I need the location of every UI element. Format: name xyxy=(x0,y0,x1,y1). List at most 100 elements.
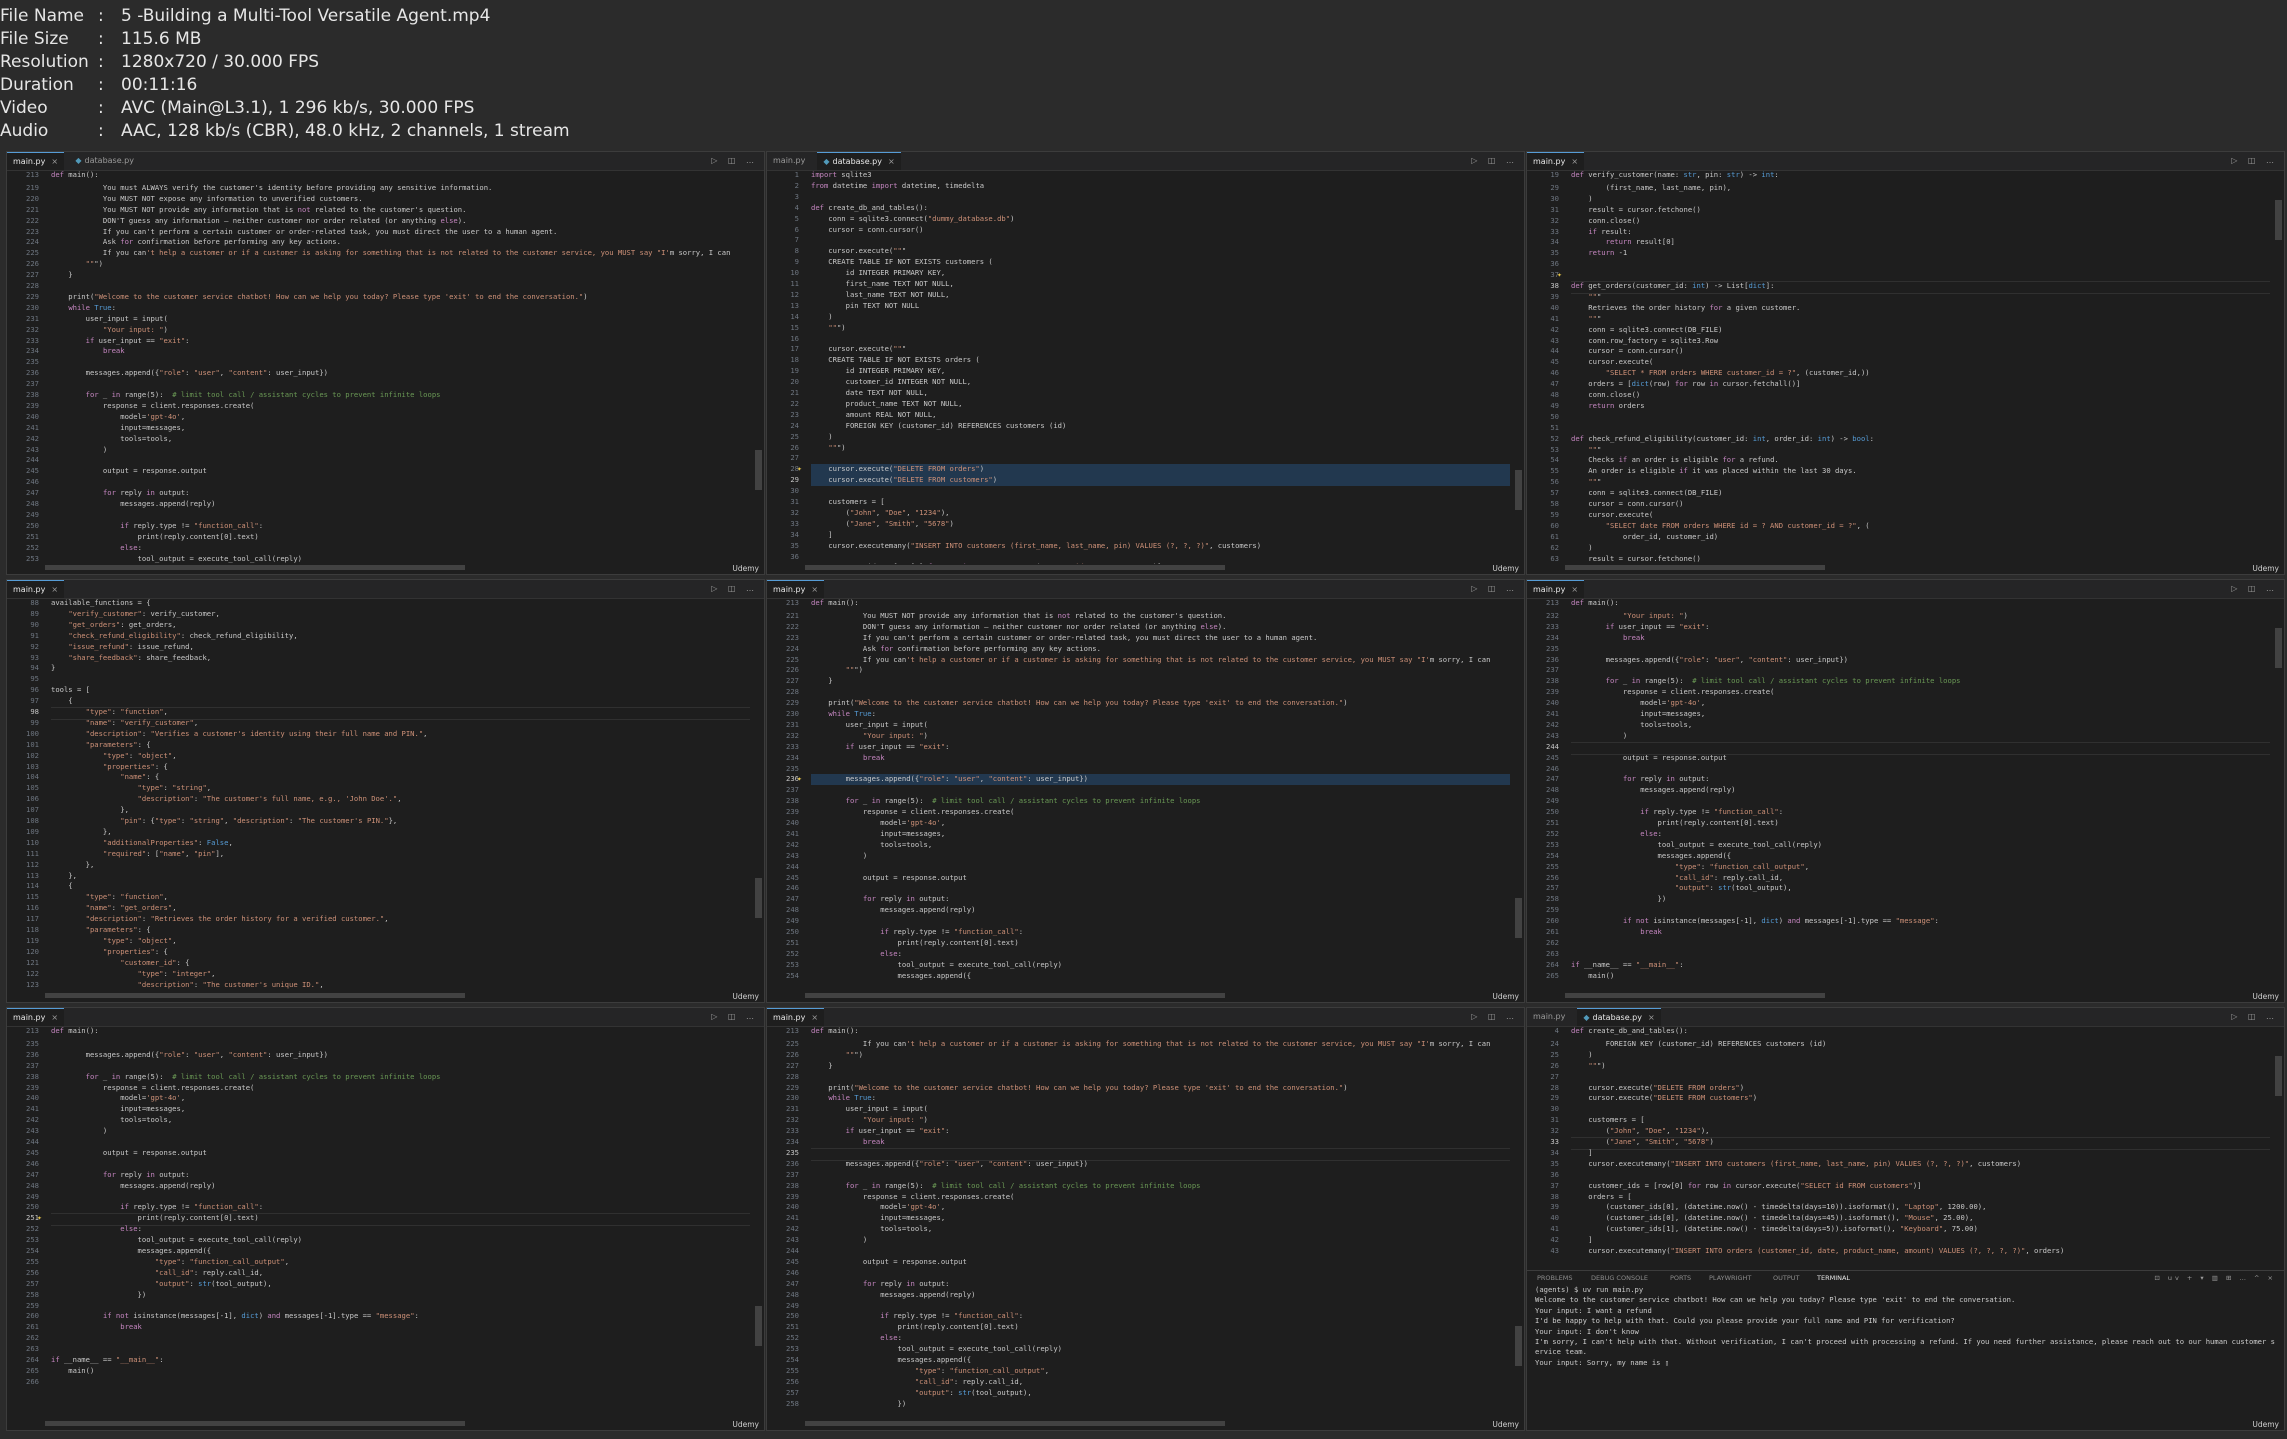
vertical-scrollbar[interactable] xyxy=(1515,170,1522,562)
code-editor[interactable]: 213 221 222 223 224 225 226 227 228 229 230 231 232 2… xyxy=(767,598,1524,992)
code-editor[interactable]: 213 232 233 234 235 236 237 238 239 240 241 242 243 2… xyxy=(1527,598,2284,992)
code-editor[interactable]: 213 225 226 227 228 229 230 231 232 233 234 235 236 2… xyxy=(767,1026,1524,1420)
panel-tab-output[interactable]: OUTPUT xyxy=(1773,1271,1800,1285)
scrollbar-thumb[interactable] xyxy=(2275,1056,2282,1096)
horizontal-scrollbar[interactable] xyxy=(805,1421,1225,1426)
code-area[interactable]: import sqlite3 from datetime import datet… xyxy=(811,170,1510,564)
panel-tab-terminal[interactable]: TERMINAL xyxy=(1817,1271,1851,1286)
terminal-actions-icons[interactable]: ⊡ uv + ▾ ▥ ⊞ … ^ × xyxy=(2154,1271,2276,1285)
horizontal-scrollbar[interactable] xyxy=(805,565,1225,570)
editor-tab-main-py[interactable]: main.py × xyxy=(7,1008,65,1026)
close-tab-icon[interactable]: × xyxy=(51,157,58,166)
code-area[interactable]: available_functions = { "verify_customer… xyxy=(51,598,750,992)
code-area[interactable]: def main(): messages.append({"role": "us… xyxy=(51,1026,750,1420)
code-line: if user_input == "exit": xyxy=(845,1126,950,1136)
scrollbar-thumb[interactable] xyxy=(1515,470,1522,510)
lightbulb-icon[interactable]: ✦ xyxy=(797,464,802,473)
scrollbar-thumb[interactable] xyxy=(755,450,762,490)
scrollbar-thumb[interactable] xyxy=(1515,898,1522,938)
horizontal-scrollbar[interactable] xyxy=(45,993,465,998)
line-number: 47 xyxy=(1550,379,1559,389)
terminal-output[interactable]: (agents) $ uv run main.py Welcome to the … xyxy=(1527,1285,2284,1420)
scrollbar-thumb[interactable] xyxy=(755,878,762,918)
vertical-scrollbar[interactable] xyxy=(755,1026,762,1418)
line-number: 37 xyxy=(1550,270,1559,280)
lightbulb-icon[interactable]: ✦ xyxy=(1557,270,1562,279)
run-split-more-icons[interactable]: ▷ ◫ … xyxy=(711,580,758,598)
editor-tab-main-py[interactable]: main.py xyxy=(1527,1008,1571,1026)
close-tab-icon[interactable]: × xyxy=(51,1013,58,1022)
close-tab-icon[interactable]: × xyxy=(51,585,58,594)
run-split-more-icons[interactable]: ▷ ◫ … xyxy=(711,1008,758,1026)
panel-tab-problems[interactable]: PROBLEMS xyxy=(1537,1271,1572,1285)
vertical-scrollbar[interactable] xyxy=(1515,598,1522,990)
vertical-scrollbar[interactable] xyxy=(2275,1026,2282,1266)
close-tab-icon[interactable]: × xyxy=(1648,1013,1655,1022)
code-editor[interactable]: 88 89 90 91 92 93 94 95 96 97 98 99 100 101 102 103 104 1… xyxy=(7,598,764,992)
editor-tab-main-py[interactable]: main.py xyxy=(767,152,811,170)
horizontal-scrollbar[interactable] xyxy=(1565,565,1825,570)
horizontal-scrollbar[interactable] xyxy=(1565,993,1825,998)
editor-tab-database-py[interactable]: ◆ database.py xyxy=(69,152,140,170)
code-area[interactable]: def main(): You MUST NOT provide any inf… xyxy=(811,598,1510,992)
run-split-more-icons[interactable]: ▷ ◫ … xyxy=(1471,1008,1518,1026)
line-number: 242 xyxy=(26,433,39,443)
run-split-more-icons[interactable]: ▷ ◫ … xyxy=(1471,152,1518,170)
panel-tab-ports[interactable]: PORTS xyxy=(1670,1271,1691,1285)
horizontal-scrollbar[interactable] xyxy=(805,993,1225,998)
vertical-scrollbar[interactable] xyxy=(2275,170,2282,562)
code-area[interactable]: def main(): "Your input: ") if user_inpu… xyxy=(1571,598,2270,992)
scrollbar-thumb[interactable] xyxy=(755,1306,762,1346)
udemy-watermark: Udemy xyxy=(1492,1420,1519,1429)
editor-tab-main-py[interactable]: main.py × xyxy=(1527,580,1585,598)
code-editor[interactable]: 19 29 30 31 32 33 34 35 36 37 ✦ 38 39 40 41 42 43 44 45 46 4… xyxy=(1527,170,2284,564)
scrollbar-thumb[interactable] xyxy=(2275,628,2282,668)
line-number: 249 xyxy=(26,1191,39,1201)
run-split-more-icons[interactable]: ▷ ◫ … xyxy=(2231,1008,2278,1026)
editor-tab-main-py[interactable]: main.py × xyxy=(767,580,825,598)
code-area[interactable]: def main(): You must ALWAYS verify the c… xyxy=(51,170,750,564)
line-number: 235 xyxy=(1546,643,1559,653)
lightbulb-icon[interactable]: ✦ xyxy=(797,774,802,783)
line-number: 252 xyxy=(786,948,799,958)
run-split-more-icons[interactable]: ▷ ◫ … xyxy=(2231,152,2278,170)
code-area[interactable]: def verify_customer(name: str, pin: str)… xyxy=(1571,170,2270,564)
line-number: 223 xyxy=(26,226,39,236)
run-split-more-icons[interactable]: ▷ ◫ … xyxy=(1471,580,1518,598)
media-info-separator: : xyxy=(98,121,104,141)
lightbulb-icon[interactable]: ✦ xyxy=(37,1213,42,1222)
editor-tab-main-py[interactable]: main.py × xyxy=(1527,152,1585,170)
editor-tab-database-py[interactable]: ◆ database.py × xyxy=(1577,1008,1661,1026)
run-split-more-icons[interactable]: ▷ ◫ … xyxy=(711,152,758,170)
scrollbar-thumb[interactable] xyxy=(1515,1326,1522,1366)
panel-tab-debug-console[interactable]: DEBUG CONSOLE xyxy=(1591,1271,1648,1285)
vertical-scrollbar[interactable] xyxy=(755,170,762,562)
vertical-scrollbar[interactable] xyxy=(2275,598,2282,990)
code-line: DON'T guess any information – neither cu… xyxy=(51,215,467,225)
code-area[interactable]: def create_db_and_tables(): FOREIGN KEY … xyxy=(1571,1026,2270,1266)
panel-tab-playwright[interactable]: PLAYWRIGHT xyxy=(1709,1271,1751,1285)
close-tab-icon[interactable]: × xyxy=(1571,585,1578,594)
editor-tab-main-py[interactable]: main.py × xyxy=(7,152,65,170)
close-tab-icon[interactable]: × xyxy=(811,585,818,594)
code-line: customer_ids = [row[0] for row in cursor… xyxy=(1571,1180,1922,1190)
code-line: messages.append(reply) xyxy=(811,905,976,915)
vertical-scrollbar[interactable] xyxy=(755,598,762,990)
code-editor[interactable]: 213 235 236 237 238 239 240 241 242 243 244 245 246 2… xyxy=(7,1026,764,1420)
run-split-more-icons[interactable]: ▷ ◫ … xyxy=(2231,580,2278,598)
code-editor[interactable]: 213 219 220 221 222 223 224 225 226 227 228 229 230 2… xyxy=(7,170,764,564)
scrollbar-thumb[interactable] xyxy=(2275,200,2282,240)
close-tab-icon[interactable]: × xyxy=(811,1013,818,1022)
code-editor[interactable]: 4 24 25 26 27 28 29 30 31 32 33 34 35 36 37 38 39 40 41 42 4… xyxy=(1527,1026,2284,1266)
code-area[interactable]: def main(): If you can't help a customer… xyxy=(811,1026,1510,1420)
horizontal-scrollbar[interactable] xyxy=(45,1421,465,1426)
close-tab-icon[interactable]: × xyxy=(1571,157,1578,166)
line-number: 6 xyxy=(794,224,799,234)
horizontal-scrollbar[interactable] xyxy=(45,565,465,570)
close-tab-icon[interactable]: × xyxy=(888,157,895,166)
vertical-scrollbar[interactable] xyxy=(1515,1026,1522,1418)
editor-tab-main-py[interactable]: main.py × xyxy=(7,580,65,598)
code-editor[interactable]: 1 2 3 4 5 6 7 8 9 10 11 12 13 14 15 16 17 18 19 20 21 22 23 24 2… xyxy=(767,170,1524,564)
editor-tab-database-py[interactable]: ◆ database.py × xyxy=(817,152,901,170)
editor-tab-main-py[interactable]: main.py × xyxy=(767,1008,825,1026)
